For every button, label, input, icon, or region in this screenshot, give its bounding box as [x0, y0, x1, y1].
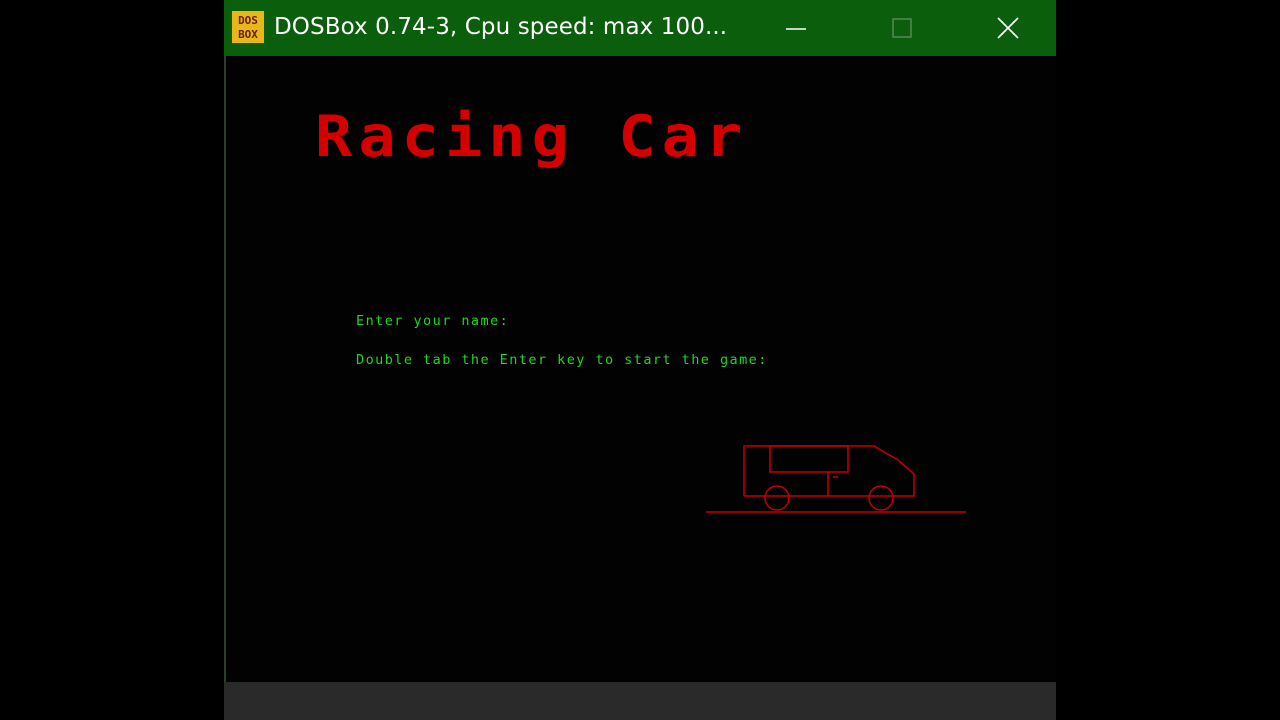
dosbox-icon[interactable]: DOS BOX [232, 11, 264, 43]
dosbox-window: DOS BOX DOSBox 0.74-3, Cpu speed: max 10… [224, 0, 1056, 720]
window-bottom-border [224, 682, 1056, 720]
car-front-wheel [764, 485, 790, 511]
start-prompt: Double tab the Enter key to start the ga… [356, 352, 768, 368]
game-title: Racing Car [315, 102, 749, 170]
car-window [769, 445, 849, 473]
maximize-icon [892, 18, 912, 38]
desktop-screen: DOS BOX DOSBox 0.74-3, Cpu speed: max 10… [0, 0, 1280, 720]
car-rear-wheel [868, 485, 894, 511]
window-title: DOSBox 0.74-3, Cpu speed: max 100... [274, 14, 728, 40]
window-titlebar[interactable]: DOS BOX DOSBox 0.74-3, Cpu speed: max 10… [224, 0, 1056, 56]
maximize-button[interactable] [874, 0, 930, 56]
close-icon [997, 17, 1019, 39]
car-outline-icon [706, 445, 966, 513]
dosbox-icon-text-top: DOS [238, 14, 258, 27]
minimize-icon [786, 28, 806, 30]
dos-screen[interactable]: Racing Car Enter your name: Double tab t… [224, 56, 1056, 682]
minimize-button[interactable] [768, 0, 824, 56]
close-button[interactable] [980, 0, 1036, 56]
dosbox-icon-text-bottom: BOX [238, 28, 258, 41]
name-prompt: Enter your name: [356, 313, 510, 329]
